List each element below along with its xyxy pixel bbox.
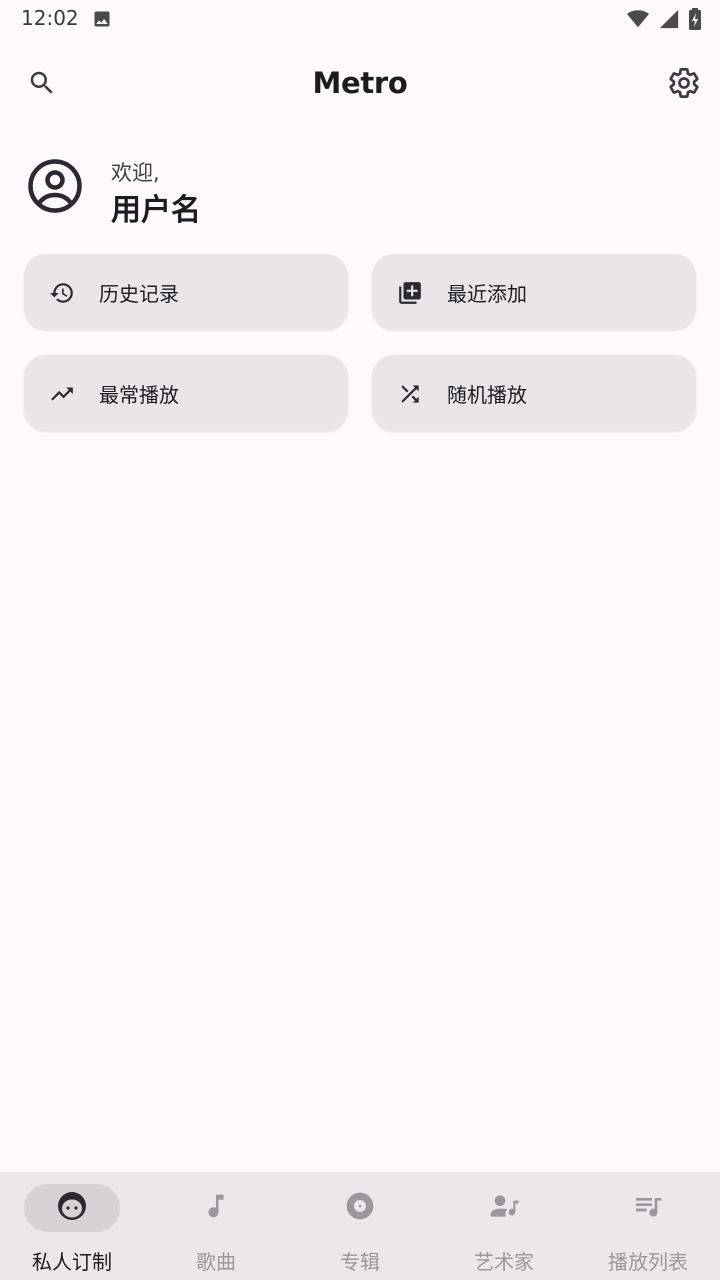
battery-icon bbox=[688, 7, 702, 35]
most-played-button[interactable]: 最常播放 bbox=[24, 355, 348, 431]
nav-playlists-pill bbox=[600, 1184, 696, 1232]
nav-for-you-label: 私人订制 bbox=[32, 1250, 112, 1274]
nav-albums-label: 专辑 bbox=[340, 1250, 380, 1274]
recently-added-button[interactable]: 最近添加 bbox=[372, 254, 696, 330]
nav-for-you[interactable]: 私人订制 bbox=[0, 1172, 144, 1280]
user-greeting[interactable]: 欢迎, 用户名 bbox=[24, 155, 424, 228]
nav-artists-label: 艺术家 bbox=[474, 1250, 534, 1274]
wifi-icon bbox=[626, 8, 650, 34]
nav-playlists[interactable]: 播放列表 bbox=[576, 1172, 720, 1280]
settings-button[interactable] bbox=[662, 63, 706, 107]
status-time: 12:02 bbox=[21, 6, 79, 30]
nav-artists-pill bbox=[456, 1184, 552, 1232]
nav-songs-label: 歌曲 bbox=[196, 1250, 236, 1274]
history-button[interactable]: 历史记录 bbox=[24, 254, 348, 330]
top-app-bar: Metro bbox=[0, 50, 720, 118]
status-bar: 12:02 bbox=[0, 0, 720, 38]
nav-albums-pill bbox=[312, 1184, 408, 1232]
playlist-icon bbox=[632, 1190, 664, 1226]
welcome-text: 欢迎, bbox=[111, 161, 160, 185]
album-icon bbox=[344, 1190, 376, 1226]
gear-icon bbox=[667, 66, 701, 104]
nav-active-indicator bbox=[24, 1184, 120, 1232]
most-played-label: 最常播放 bbox=[99, 383, 179, 407]
signal-icon bbox=[658, 8, 680, 34]
nav-albums[interactable]: 专辑 bbox=[288, 1172, 432, 1280]
artist-icon bbox=[488, 1190, 520, 1226]
shuffle-icon bbox=[397, 381, 423, 407]
username: 用户名 bbox=[111, 193, 201, 228]
recently-added-label: 最近添加 bbox=[447, 282, 527, 306]
music-note-icon bbox=[201, 1191, 231, 1225]
nav-songs[interactable]: 歌曲 bbox=[144, 1172, 288, 1280]
history-icon bbox=[49, 280, 75, 306]
library-add-icon bbox=[397, 280, 423, 306]
bottom-navigation: 私人订制 歌曲 专辑 艺术家 播放列表 bbox=[0, 1172, 720, 1280]
history-label: 历史记录 bbox=[99, 282, 179, 306]
account-circle-icon bbox=[24, 155, 86, 217]
shuffle-label: 随机播放 bbox=[447, 383, 527, 407]
app-title: Metro bbox=[312, 66, 408, 100]
shuffle-button[interactable]: 随机播放 bbox=[372, 355, 696, 431]
image-notification-icon bbox=[92, 9, 112, 33]
nav-artists[interactable]: 艺术家 bbox=[432, 1172, 576, 1280]
nav-songs-pill bbox=[168, 1184, 264, 1232]
trending-up-icon bbox=[49, 381, 75, 407]
nav-playlists-label: 播放列表 bbox=[608, 1250, 688, 1274]
face-icon bbox=[56, 1190, 88, 1226]
